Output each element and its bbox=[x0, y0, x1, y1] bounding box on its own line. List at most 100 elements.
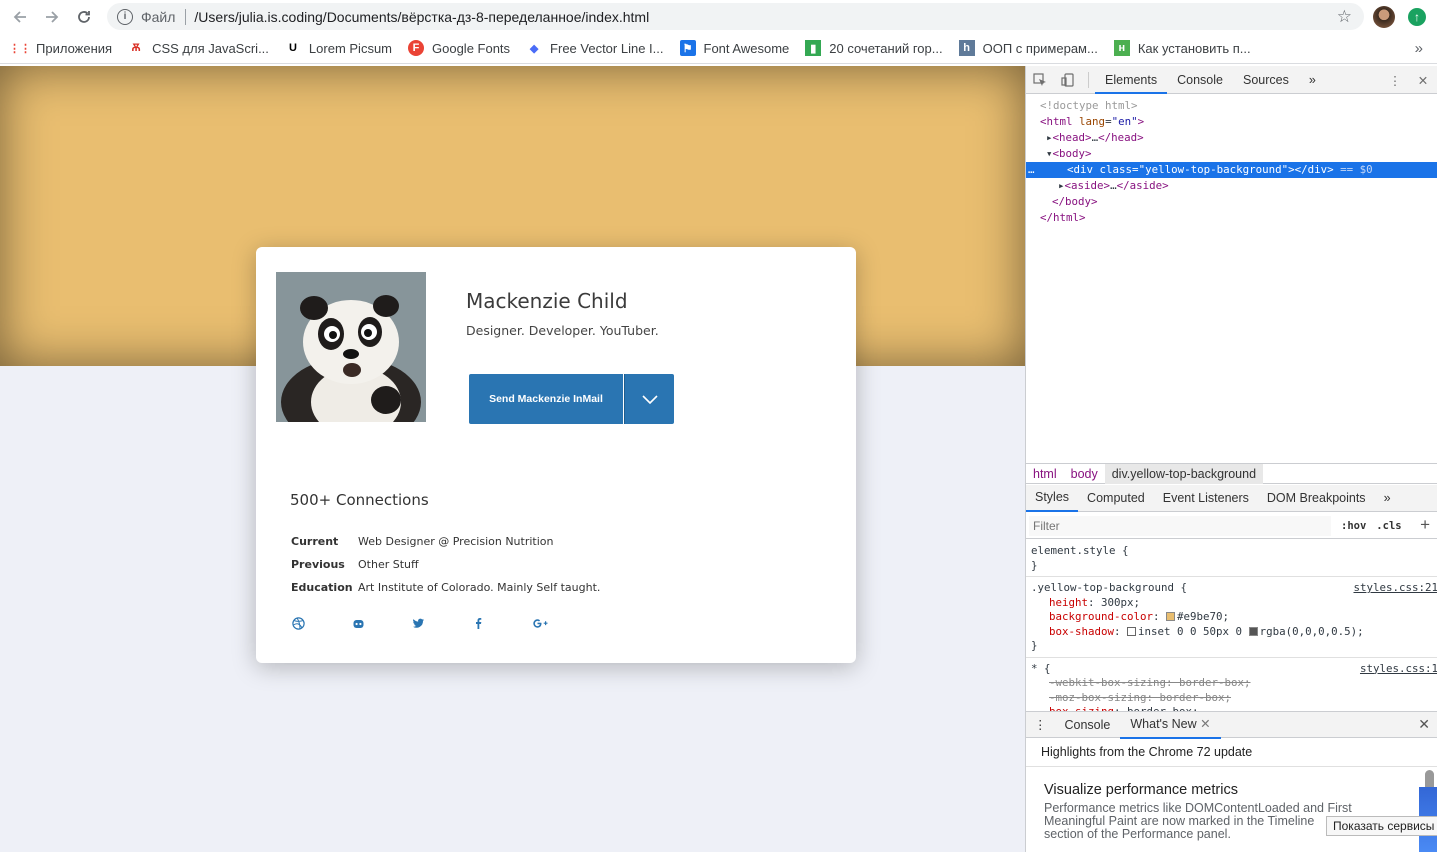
breadcrumb-div[interactable]: div.yellow-top-background bbox=[1104, 463, 1264, 484]
universal-rule-source[interactable]: styles.css:1 bbox=[1360, 662, 1437, 677]
kebab-menu-icon[interactable]: ⋮ bbox=[1381, 66, 1409, 94]
add-rule-icon[interactable]: + bbox=[1420, 515, 1430, 535]
tab-styles[interactable]: Styles bbox=[1026, 484, 1079, 512]
shadow-editor-icon[interactable] bbox=[1127, 626, 1137, 636]
dom-selected-div-line[interactable]: … <div class="yellow-top-background"></d… bbox=[1026, 162, 1437, 178]
prop-webkit-box-sizing[interactable]: -webkit-box-sizing: border-box; bbox=[1031, 676, 1433, 691]
breadcrumb: html body div.yellow-top-background bbox=[1026, 463, 1437, 484]
facebook-icon[interactable] bbox=[472, 617, 532, 630]
bookmark-item[interactable]: U Lorem Picsum bbox=[285, 40, 392, 56]
color-swatch[interactable] bbox=[1248, 626, 1258, 636]
info-icon[interactable]: i bbox=[117, 8, 133, 25]
prop-value: #e9be70; bbox=[1177, 610, 1230, 623]
send-inmail-button[interactable]: Send Mackenzie InMail bbox=[469, 374, 623, 424]
info-row-previous: Previous Other Stuff bbox=[291, 553, 600, 576]
yellow-background-rule[interactable]: .yellow-top-background { styles.css:21 h… bbox=[1026, 577, 1437, 658]
bookmark-label: Free Vector Line I... bbox=[550, 40, 664, 56]
element-style-rule[interactable]: element.style { } bbox=[1026, 540, 1437, 577]
tab-event-listeners[interactable]: Event Listeners bbox=[1154, 485, 1258, 511]
close-tab-icon[interactable]: ✕ bbox=[1200, 717, 1210, 731]
more-tabs-icon[interactable]: » bbox=[1299, 66, 1326, 94]
styles-filter-row: :hov .cls + bbox=[1026, 513, 1437, 539]
prop-value: inset 0 0 50px 0 bbox=[1138, 624, 1243, 638]
extension-update-icon[interactable]: ↑ bbox=[1408, 8, 1426, 26]
yellow-rule-source[interactable]: styles.css:21 bbox=[1353, 581, 1437, 596]
color-swatch[interactable] bbox=[1166, 612, 1176, 621]
tab-dom-breakpoints[interactable]: DOM Breakpoints bbox=[1258, 485, 1375, 511]
device-toolbar-icon[interactable] bbox=[1054, 66, 1082, 94]
arrow-left-icon bbox=[13, 10, 26, 23]
forward-button[interactable] bbox=[36, 1, 68, 33]
url-text[interactable]: /Users/julia.is.coding/Documents/вёрстка… bbox=[194, 9, 649, 25]
tab-sources[interactable]: Sources bbox=[1233, 66, 1299, 94]
prop-box-shadow[interactable]: box-shadow: inset 0 0 50px 0 rgba(0,0,0,… bbox=[1031, 625, 1433, 640]
breadcrumb-html[interactable]: html bbox=[1026, 464, 1064, 484]
dribbble-icon[interactable] bbox=[292, 617, 352, 630]
drawer-tab-console[interactable]: Console bbox=[1055, 712, 1121, 738]
bookmark-item[interactable]: ⋮⋮ Приложения bbox=[9, 40, 112, 56]
dom-class-attr: class bbox=[1099, 163, 1133, 176]
page-viewport: Mackenzie Child Designer. Developer. You… bbox=[0, 66, 1025, 852]
prop-moz-box-sizing[interactable]: -moz-box-sizing: border-box; bbox=[1031, 691, 1433, 706]
info-key: Previous bbox=[291, 558, 345, 571]
dom-doctype-line[interactable]: <!doctype html> bbox=[1026, 98, 1437, 114]
dom-html-line[interactable]: <html lang="en"> bbox=[1026, 114, 1437, 130]
bookmark-item[interactable]: Ѫ CSS для JavaScri... bbox=[128, 40, 269, 56]
dom-html-close-line[interactable]: </html> bbox=[1026, 210, 1437, 226]
breadcrumb-body[interactable]: body bbox=[1064, 464, 1105, 484]
twitter-icon[interactable] bbox=[412, 617, 472, 630]
cls-toggle[interactable]: .cls bbox=[1376, 520, 1401, 532]
panda-image bbox=[276, 272, 426, 422]
bookmark-label: 20 сочетаний гор... bbox=[829, 40, 943, 56]
inmail-dropdown-button[interactable] bbox=[624, 374, 674, 424]
bookmark-item[interactable]: ⚑ Font Awesome bbox=[679, 40, 789, 56]
profile-info: Current Web Designer @ Precision Nutriti… bbox=[291, 530, 600, 599]
bookmark-star-icon[interactable]: ☆ bbox=[1337, 7, 1352, 27]
prop-height[interactable]: height: 300px; bbox=[1031, 596, 1433, 611]
profile-tagline: Designer. Developer. YouTuber. bbox=[466, 323, 659, 338]
profile-avatar[interactable] bbox=[1373, 6, 1395, 28]
dom-class-value: "yellow-top-background" bbox=[1138, 163, 1289, 176]
hov-toggle[interactable]: :hov bbox=[1341, 520, 1366, 532]
back-button[interactable] bbox=[4, 1, 36, 33]
tab-elements[interactable]: Elements bbox=[1095, 66, 1168, 94]
bookmark-label: CSS для JavaScri... bbox=[152, 40, 269, 56]
dom-head-line[interactable]: ▸<head>…</head> bbox=[1026, 130, 1437, 146]
github-icon[interactable] bbox=[352, 617, 412, 630]
dom-aside-line[interactable]: ▸<aside>…</aside> bbox=[1026, 178, 1437, 194]
dom-body-line[interactable]: ▾<body> bbox=[1026, 146, 1437, 162]
dom-tree: <!doctype html> <html lang="en"> ▸<head>… bbox=[1026, 94, 1437, 226]
bookmark-label: Google Fonts bbox=[432, 40, 511, 56]
inspect-element-icon[interactable] bbox=[1026, 66, 1054, 94]
info-value: Other Stuff bbox=[358, 558, 419, 571]
bookmarks-overflow-icon[interactable]: » bbox=[1415, 40, 1423, 57]
prop-name: height bbox=[1049, 595, 1089, 609]
close-drawer-icon[interactable]: ✕ bbox=[1418, 716, 1430, 733]
dom-lang-attr: lang bbox=[1079, 115, 1106, 128]
hk-logo-icon: н bbox=[1113, 40, 1130, 56]
dom-body-close: body bbox=[1065, 195, 1092, 208]
tab-computed[interactable]: Computed bbox=[1078, 485, 1154, 511]
dom-doctype: <!doctype html> bbox=[1040, 99, 1138, 112]
styles-filter-input[interactable] bbox=[1029, 515, 1331, 536]
prop-value: rgba(0,0,0,0.5); bbox=[1259, 624, 1364, 638]
address-bar[interactable]: i Файл /Users/julia.is.coding/Documents/… bbox=[107, 3, 1364, 30]
tab-console[interactable]: Console bbox=[1167, 66, 1233, 94]
h-logo-icon: h bbox=[958, 40, 975, 56]
bookmark-item[interactable]: ◆ Free Vector Line I... bbox=[526, 40, 664, 56]
more-subtabs-icon[interactable]: » bbox=[1375, 485, 1400, 511]
flag-icon: ⚑ bbox=[679, 40, 696, 56]
drawer-tab-whats-new[interactable]: What's New ✕ bbox=[1120, 711, 1221, 739]
bookmark-item[interactable]: ▮ 20 сочетаний гор... bbox=[805, 40, 943, 56]
whats-new-highlights: Highlights from the Chrome 72 update bbox=[1026, 739, 1437, 767]
bookmarks-bar: ⋮⋮ Приложения Ѫ CSS для JavaScri... U Lorem P… bbox=[0, 33, 1437, 64]
bookmark-item[interactable]: h ООП с примерам... bbox=[958, 40, 1098, 56]
close-icon[interactable]: ✕ bbox=[1409, 66, 1437, 94]
reload-button[interactable] bbox=[68, 1, 100, 33]
dom-body-close-line[interactable]: </body> bbox=[1026, 194, 1437, 210]
drawer-menu-icon[interactable]: ⋮ bbox=[1026, 712, 1055, 738]
bookmark-item[interactable]: F Google Fonts bbox=[408, 40, 510, 56]
google-plus-icon[interactable] bbox=[532, 617, 592, 630]
prop-background-color[interactable]: background-color: #e9be70; bbox=[1031, 610, 1433, 625]
bookmark-item[interactable]: н Как установить п... bbox=[1113, 40, 1251, 56]
